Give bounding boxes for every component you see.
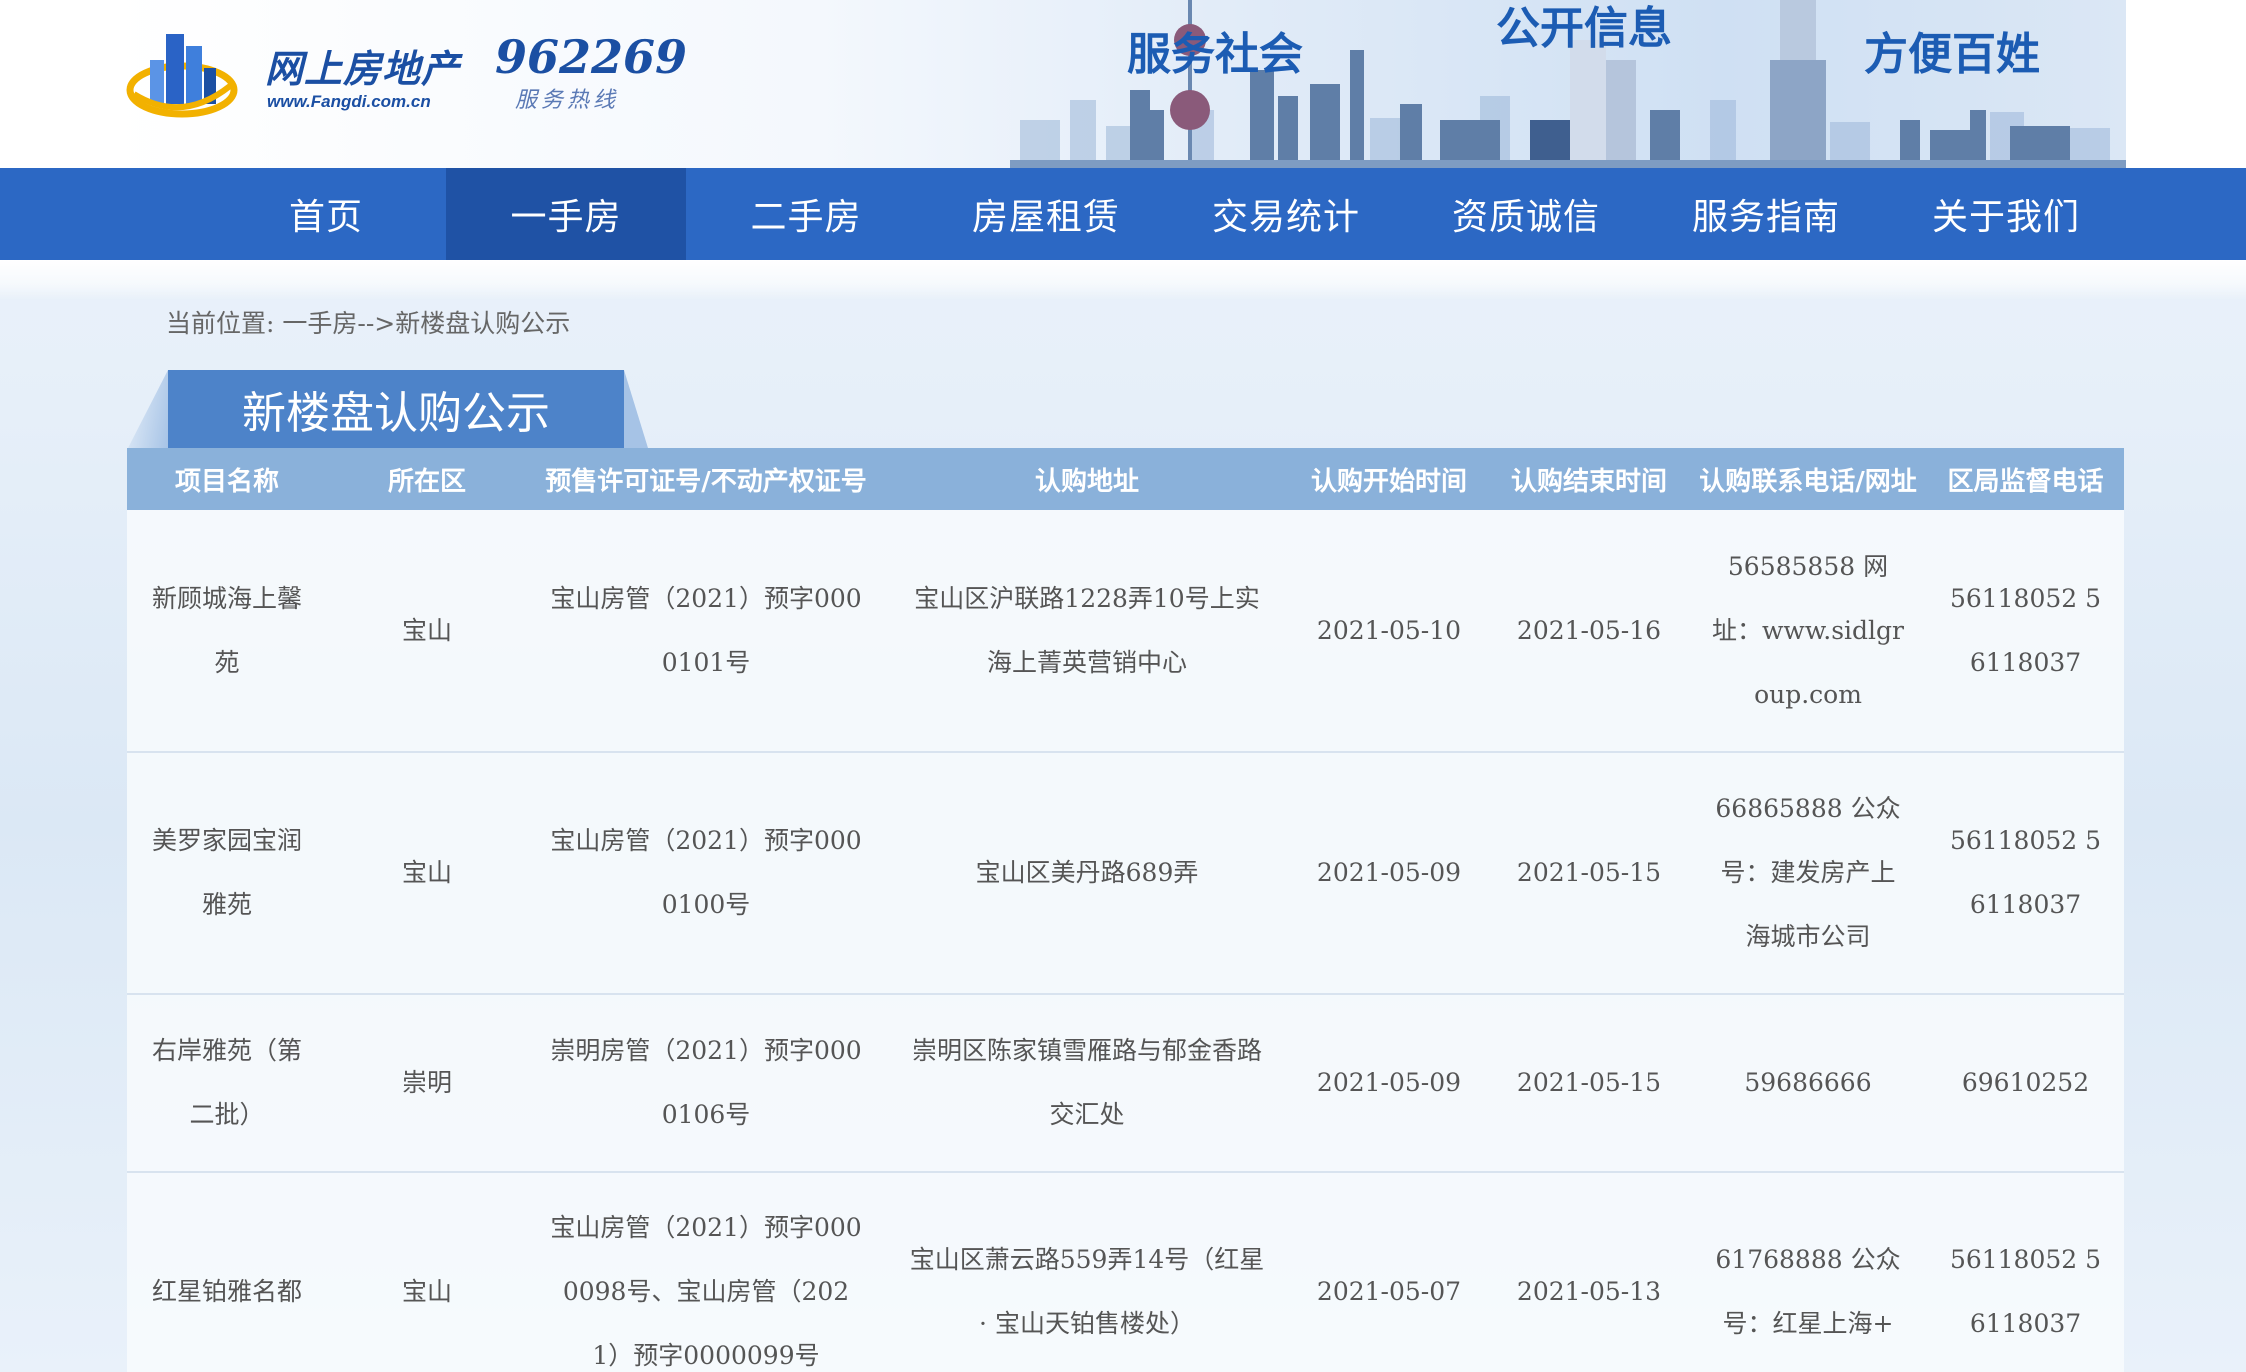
table-row: 新顾城海上馨苑 宝山 宝山房管（2021）预字0000101号 宝山区沪联路12… [127, 510, 2124, 752]
cell-district: 宝山 [401, 1277, 452, 1306]
site-logo-icon[interactable] [126, 24, 238, 128]
cell-project-name[interactable]: 右岸雅苑（第二批） [127, 994, 327, 1172]
cell-district: 崇明 [401, 1068, 452, 1097]
cell-address: 宝山区萧云路559弄14号（红星 · 宝山天铂售楼处） [909, 1245, 1265, 1338]
nav-item-guide[interactable]: 服务指南 [1646, 168, 1886, 260]
cell-end-date: 2021-05-13 [1516, 1277, 1662, 1306]
table-header-row: 项目名称 所在区 预售许可证号/不动产权证号 认购地址 认购开始时间 认购结束时… [127, 448, 2124, 510]
nav-item-new-homes[interactable]: 一手房 [446, 168, 686, 260]
nav-item-rental[interactable]: 房屋租赁 [926, 168, 1166, 260]
cell-supervision: 69610252 [1961, 1068, 2090, 1097]
cell-end-date: 2021-05-15 [1516, 1068, 1662, 1097]
subscription-table-container: 项目名称 所在区 预售许可证号/不动产权证号 认购地址 认购开始时间 认购结束时… [127, 448, 2124, 1372]
nav-item-about[interactable]: 关于我们 [1886, 168, 2126, 260]
cell-project-name[interactable]: 美罗家园宝润雅苑 [127, 752, 327, 994]
main-nav: 首页 一手房 二手房 房屋租赁 交易统计 资质诚信 服务指南 关于我们 [0, 168, 2246, 260]
nav-item-statistics[interactable]: 交易统计 [1166, 168, 1406, 260]
col-header-address: 认购地址 [1034, 466, 1139, 497]
cell-supervision: 56118052 56118037 [1949, 826, 2102, 919]
table-row: 美罗家园宝润雅苑 宝山 宝山房管（2021）预字0000100号 宝山区美丹路6… [127, 752, 2124, 994]
cell-address: 宝山区沪联路1228弄10号上实海上菁英营销中心 [914, 583, 1260, 677]
cell-supervision: 56118052 56118037 [1949, 583, 2102, 677]
cell-permit: 宝山房管（2021）预字0000098号、宝山房管（2021）预字0000099… [550, 1213, 862, 1370]
cell-start-date: 2021-05-10 [1316, 615, 1462, 645]
cell-contact: 66865888 公众号：建发房产上海城市公司 [1715, 794, 1901, 951]
nav-item-credentials[interactable]: 资质诚信 [1406, 168, 1646, 260]
cell-permit: 宝山房管（2021）预字0000101号 [550, 583, 862, 677]
nav-item-second-hand[interactable]: 二手房 [686, 168, 926, 260]
table-row: 右岸雅苑（第二批） 崇明 崇明房管（2021）预字0000106号 崇明区陈家镇… [127, 994, 2124, 1172]
cell-contact: 56585858 网址：www.sidlgroup.com [1712, 551, 1904, 709]
cell-district: 宝山 [401, 858, 452, 887]
cell-start-date: 2021-05-09 [1316, 1068, 1462, 1097]
table-row: 红星铂雅名都 宝山 宝山房管（2021）预字0000098号、宝山房管（2021… [127, 1172, 2124, 1372]
cell-district: 宝山 [401, 615, 452, 645]
col-header-end: 认购结束时间 [1510, 466, 1667, 497]
logo-url[interactable]: www.Fangdi.com.cn [267, 92, 431, 112]
cell-address: 宝山区美丹路689弄 [975, 858, 1199, 887]
col-header-permit: 预售许可证号/不动产权证号 [545, 466, 867, 497]
cell-project-name[interactable]: 新顾城海上馨苑 [127, 510, 327, 752]
col-header-start: 认购开始时间 [1310, 466, 1467, 497]
col-header-supervision: 区局监督电话 [1947, 466, 2104, 497]
subscription-table: 项目名称 所在区 预售许可证号/不动产权证号 认购地址 认购开始时间 认购结束时… [127, 448, 2124, 1372]
cell-permit: 崇明房管（2021）预字0000106号 [550, 1036, 862, 1129]
cell-start-date: 2021-05-07 [1316, 1277, 1462, 1306]
hotline-number: 962269 [495, 30, 688, 84]
cell-supervision: 56118052 56118037 [1949, 1245, 2102, 1338]
col-header-project: 项目名称 [174, 466, 279, 497]
section-title-tab: 新楼盘认购公示 [168, 370, 624, 448]
hotline-label: 服务热线 [515, 88, 620, 113]
cell-permit: 宝山房管（2021）预字0000100号 [550, 826, 862, 919]
cell-contact: 61768888 公众号：红星上海+ [1715, 1245, 1901, 1338]
nav-shadow [0, 260, 2246, 300]
cell-address: 崇明区陈家镇雪雁路与郁金香路交汇处 [911, 1036, 1262, 1129]
cell-end-date: 2021-05-15 [1516, 858, 1662, 887]
nav-item-home[interactable]: 首页 [206, 168, 446, 260]
site-header: 网上房地产 www.Fangdi.com.cn 962269 服务热线 服务社会… [0, 0, 2246, 168]
cell-start-date: 2021-05-09 [1316, 858, 1462, 887]
slogan-service: 服务社会 [1127, 29, 1303, 80]
logo-title[interactable]: 网上房地产 [265, 38, 460, 93]
slogan-convenience: 方便百姓 [1864, 29, 2040, 80]
col-header-contact: 认购联系电话/网址 [1699, 466, 1917, 497]
breadcrumb: 当前位置: 一手房-->新楼盘认购公示 [166, 309, 571, 338]
cell-end-date: 2021-05-16 [1516, 615, 1662, 645]
header-banner: 网上房地产 www.Fangdi.com.cn 962269 服务热线 服务社会… [110, 0, 2126, 168]
col-header-district: 所在区 [387, 466, 466, 497]
cell-project-name[interactable]: 红星铂雅名都 [127, 1172, 327, 1372]
slogan-open-info: 公开信息 [1496, 3, 1672, 54]
cell-contact: 59686666 [1744, 1068, 1872, 1097]
